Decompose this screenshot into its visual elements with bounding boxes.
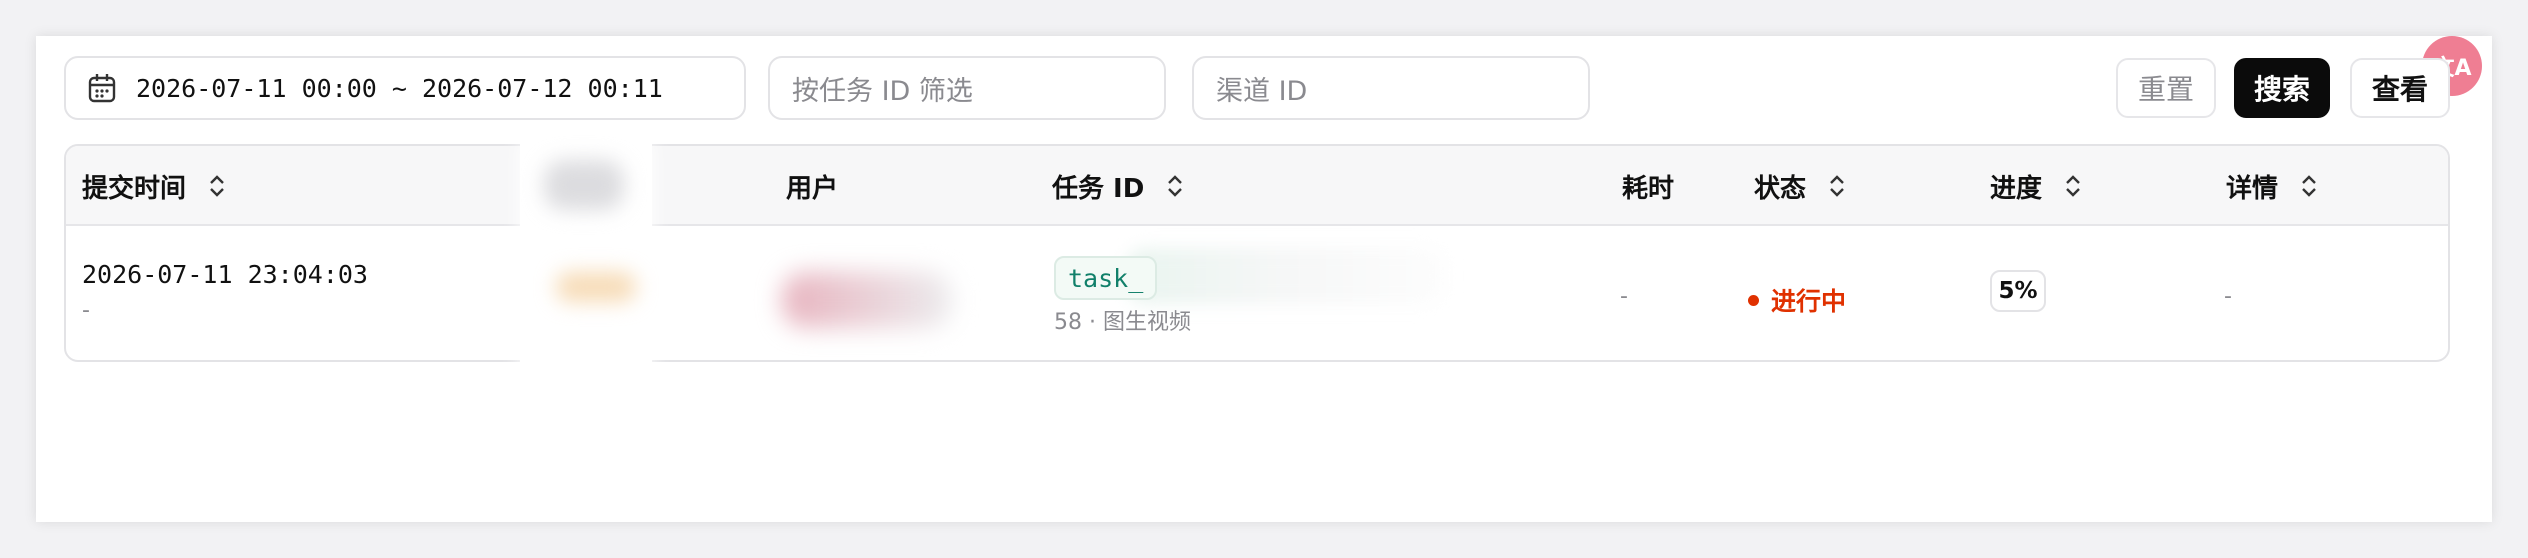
column-header-user: 用户 [786,173,839,204]
calendar-icon [88,74,116,103]
column-header-status[interactable]: 状态 [1754,146,1846,226]
user-redacted [782,272,952,328]
task-id-redacted [1126,248,1446,304]
submit-time-sub: - [82,298,90,323]
column-header-details[interactable]: 详情 [2226,146,2318,226]
task-id-filter-input[interactable]: 按任务 ID 筛选 [768,56,1166,120]
channel-id-filter-input[interactable]: 渠道 ID [1192,56,1590,120]
sort-icon[interactable] [1828,173,1846,199]
task-meta: 58 · 图生视频 [1054,310,1191,335]
search-button[interactable]: 搜索 [2234,58,2330,118]
date-range-value: 2026-07-11 00:00 ~ 2026-07-12 00:11 [136,73,663,103]
column-header-progress[interactable]: 进度 [1990,146,2082,226]
table-header: 提交时间 用户 任务 ID 耗时 状态 进度 详情 [66,146,2448,226]
column-header-duration: 耗时 [1622,173,1675,204]
reset-button[interactable]: 重置 [2116,58,2216,118]
redacted-value [556,272,636,302]
submit-time: 2026-07-11 23:04:03 [82,260,368,289]
task-list-card: 文A 2026-07-11 00:00 ~ 2026-07-12 00:11 按… [36,36,2492,522]
sort-icon[interactable] [2300,173,2318,199]
date-range-picker[interactable]: 2026-07-11 00:00 ~ 2026-07-12 00:11 [64,56,746,120]
column-header-submit-time[interactable]: 提交时间 [82,146,226,226]
details-value: - [2224,284,2232,309]
redacted-header [544,160,624,210]
view-button[interactable]: 查看 [2350,58,2450,118]
redacted-column [520,140,652,376]
channel-id-filter-placeholder: 渠道 ID [1216,75,1308,107]
progress-badge: 5% [1990,270,2046,312]
status-dot-icon [1748,294,1759,306]
column-header-task-id[interactable]: 任务 ID [1052,146,1184,226]
sort-icon[interactable] [2064,173,2082,199]
sort-icon[interactable] [1166,173,1184,199]
duration-value: - [1620,284,1628,309]
task-id-chip[interactable]: task_ [1054,256,1158,300]
sort-icon[interactable] [208,173,226,199]
task-id-filter-placeholder: 按任务 ID 筛选 [792,75,973,107]
status-badge: 进行中 [1748,282,1846,318]
